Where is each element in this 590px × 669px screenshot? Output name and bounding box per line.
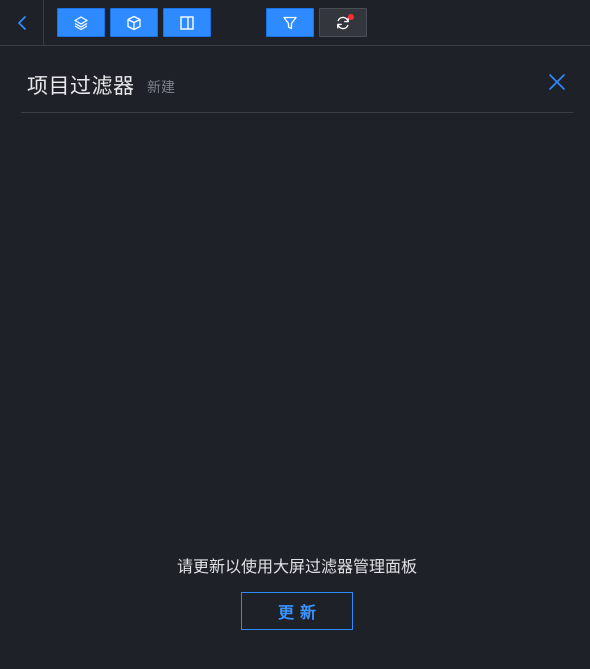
panel-subtitle: 新建 bbox=[147, 80, 175, 96]
close-icon bbox=[549, 74, 565, 90]
panel-header: 项目过滤器 新建 bbox=[21, 60, 573, 113]
filter-button[interactable] bbox=[266, 8, 314, 37]
cube-icon bbox=[127, 15, 141, 30]
close-button[interactable] bbox=[547, 72, 567, 92]
chevron-left-icon bbox=[17, 16, 26, 30]
update-button[interactable]: 更新 bbox=[241, 592, 353, 630]
filter-icon bbox=[283, 16, 297, 29]
notification-dot bbox=[348, 14, 354, 20]
panel-title: 项目过滤器 bbox=[27, 74, 135, 98]
toolbar bbox=[0, 0, 590, 46]
back-button[interactable] bbox=[0, 0, 44, 46]
split-panel-icon bbox=[180, 15, 194, 30]
cube-button[interactable] bbox=[110, 8, 158, 37]
refresh-button[interactable] bbox=[319, 8, 367, 37]
layers-icon bbox=[74, 15, 88, 30]
layers-button[interactable] bbox=[57, 8, 105, 37]
split-panel-button[interactable] bbox=[163, 8, 211, 37]
empty-state-message: 请更新以使用大屏过滤器管理面板 bbox=[176, 557, 417, 576]
